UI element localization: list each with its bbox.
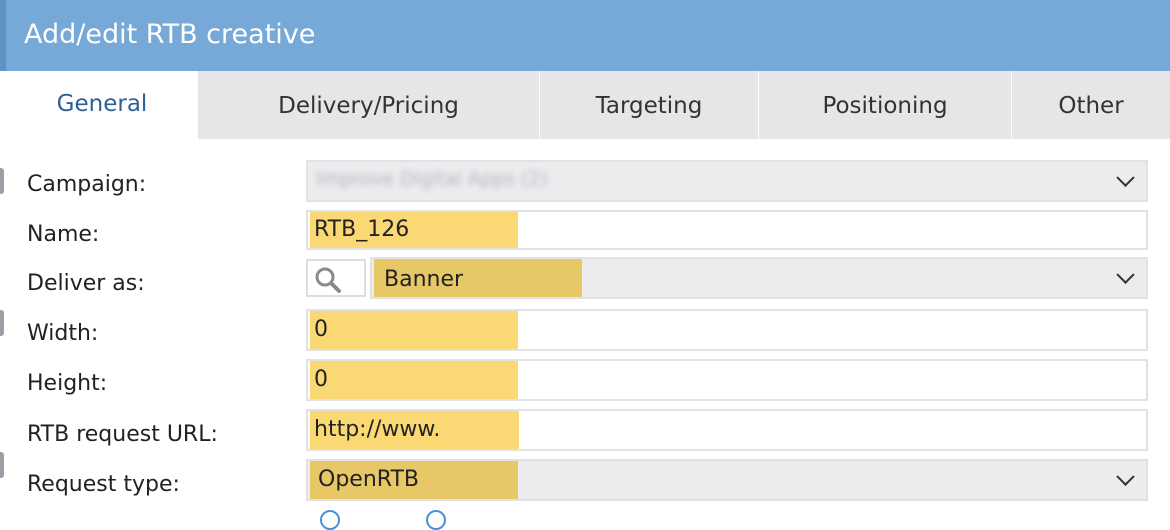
deliver-as-label: Deliver as: — [27, 271, 145, 296]
left-edge-marker — [0, 310, 4, 336]
radio-button[interactable] — [320, 510, 340, 530]
tab-delivery-pricing[interactable]: Delivery/Pricing — [197, 71, 539, 139]
tab-bar: General Delivery/Pricing Targeting Posit… — [6, 71, 1170, 139]
request-type-select[interactable]: OpenRTB — [306, 459, 1148, 501]
name-label: Name: — [27, 222, 100, 247]
rtb-request-url-input[interactable]: http://www. — [306, 409, 1148, 451]
tab-other[interactable]: Other — [1011, 71, 1170, 139]
chevron-down-icon — [1116, 265, 1135, 284]
radio-button[interactable] — [426, 510, 446, 530]
left-edge-marker — [0, 452, 4, 478]
name-value: RTB_126 — [310, 212, 518, 248]
tab-positioning-label: Positioning — [822, 93, 948, 119]
left-edge-marker — [0, 168, 4, 194]
chevron-down-icon — [1116, 168, 1135, 187]
rtb-request-url-value: http://www. — [310, 411, 519, 449]
tab-targeting[interactable]: Targeting — [539, 71, 758, 139]
tab-general-label: General — [56, 91, 148, 117]
deliver-as-search-button[interactable] — [306, 259, 366, 297]
height-value: 0 — [310, 361, 518, 399]
height-label: Height: — [27, 371, 108, 396]
campaign-label: Campaign: — [27, 172, 147, 197]
width-value: 0 — [310, 311, 518, 349]
request-type-label: Request type: — [27, 472, 180, 497]
tab-positioning[interactable]: Positioning — [758, 71, 1011, 139]
tab-other-label: Other — [1058, 93, 1124, 119]
campaign-value: Improve Digital Apps (2) — [316, 168, 548, 190]
deliver-as-select[interactable]: Banner — [370, 257, 1148, 299]
width-input[interactable]: 0 — [306, 309, 1148, 351]
tab-delivery-pricing-label: Delivery/Pricing — [278, 93, 459, 119]
width-label: Width: — [27, 321, 99, 346]
tab-targeting-label: Targeting — [595, 93, 703, 119]
campaign-select[interactable]: Improve Digital Apps (2) — [306, 160, 1148, 202]
name-input[interactable]: RTB_126 — [306, 210, 1148, 250]
height-input[interactable]: 0 — [306, 359, 1148, 401]
tab-general[interactable]: General — [6, 71, 197, 139]
deliver-as-value: Banner — [374, 259, 582, 297]
rtb-request-url-label: RTB request URL: — [27, 422, 218, 447]
dialog-titlebar: Add/edit RTB creative — [0, 0, 1170, 71]
request-type-value: OpenRTB — [310, 461, 518, 499]
dialog-title: Add/edit RTB creative — [24, 19, 316, 50]
search-icon — [315, 267, 341, 293]
chevron-down-icon — [1116, 467, 1135, 486]
